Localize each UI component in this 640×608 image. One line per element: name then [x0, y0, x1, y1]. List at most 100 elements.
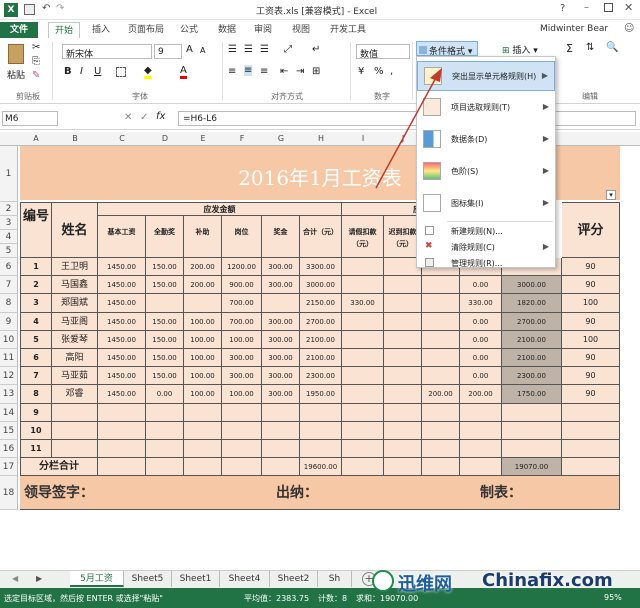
cell-j[interactable]: [384, 349, 422, 368]
cell-f[interactable]: 900.00: [222, 276, 262, 295]
row-header-11[interactable]: 11: [0, 349, 18, 368]
cell-i[interactable]: [342, 421, 384, 440]
cell-k[interactable]: [422, 403, 460, 422]
cell-i[interactable]: [342, 367, 384, 386]
copy-icon[interactable]: ⎘: [32, 56, 40, 67]
row-number[interactable]: 5: [20, 330, 52, 349]
cell-e[interactable]: 100.00: [184, 330, 222, 349]
cell-m[interactable]: 3000.00: [502, 276, 562, 295]
row-name[interactable]: [52, 403, 98, 422]
cell-c[interactable]: 1450.00: [98, 258, 146, 277]
cell-l[interactable]: 0.00: [460, 349, 502, 368]
cell-i[interactable]: [342, 312, 384, 331]
cell-j[interactable]: [384, 294, 422, 313]
total-f[interactable]: [222, 458, 262, 477]
bold-button[interactable]: B: [64, 66, 72, 77]
header-sub[interactable]: 全勤奖: [146, 216, 184, 258]
cell-m[interactable]: 1820.00: [502, 294, 562, 313]
cell-c[interactable]: 1450.00: [98, 385, 146, 404]
cell-d[interactable]: 150.00: [146, 258, 184, 277]
cell-g[interactable]: 300.00: [262, 312, 300, 331]
cell-l[interactable]: 0.00: [460, 276, 502, 295]
sheet-tab[interactable]: Sheet4: [220, 571, 270, 587]
cell-e[interactable]: 100.00: [184, 367, 222, 386]
tab-home[interactable]: 开始: [48, 22, 80, 38]
tab-file[interactable]: 文件: [0, 22, 38, 38]
cell-d[interactable]: [146, 403, 184, 422]
row-header-3[interactable]: 3: [0, 216, 18, 230]
cell-m[interactable]: [502, 403, 562, 422]
cell-e[interactable]: [184, 294, 222, 313]
cell-h[interactable]: 2700.00: [300, 312, 342, 331]
smiley-icon[interactable]: ☺: [624, 23, 634, 34]
cell-d[interactable]: [146, 294, 184, 313]
header-rating[interactable]: 评分: [562, 202, 620, 258]
row-rating[interactable]: [562, 403, 620, 422]
row-number[interactable]: 11: [20, 440, 52, 459]
cell-m[interactable]: [502, 421, 562, 440]
row-header-4[interactable]: 4: [0, 230, 18, 244]
cell-i[interactable]: 330.00: [342, 294, 384, 313]
align-top-icon[interactable]: ☰: [228, 44, 237, 55]
tab-page-layout[interactable]: 页面布局: [122, 22, 170, 38]
row-header-15[interactable]: 15: [0, 421, 18, 440]
cell-d[interactable]: [146, 440, 184, 459]
row-rating[interactable]: 90: [562, 312, 620, 331]
tab-scroll-right-icon[interactable]: ▶: [36, 574, 42, 583]
cell-d[interactable]: [146, 421, 184, 440]
cell-l[interactable]: [460, 403, 502, 422]
cell-h[interactable]: 2100.00: [300, 349, 342, 368]
decrease-indent-icon[interactable]: ⇤: [280, 66, 288, 77]
row-header-10[interactable]: 10: [0, 330, 18, 349]
cell-j[interactable]: [384, 403, 422, 422]
tab-formulas[interactable]: 公式: [176, 22, 202, 38]
minimize-icon[interactable]: –: [584, 2, 589, 13]
row-name[interactable]: 邓睿: [52, 385, 98, 404]
font-color-icon[interactable]: A: [180, 65, 187, 79]
cell-l[interactable]: 200.00: [460, 385, 502, 404]
italic-button[interactable]: I: [80, 66, 83, 77]
cell-j[interactable]: [384, 440, 422, 459]
row-name[interactable]: 郑国斌: [52, 294, 98, 313]
cell-g[interactable]: [262, 294, 300, 313]
row-header-16[interactable]: 16: [0, 440, 18, 459]
row-name[interactable]: 马国鑫: [52, 276, 98, 295]
row-name[interactable]: [52, 421, 98, 440]
cell-k[interactable]: [422, 349, 460, 368]
cell-f[interactable]: 300.00: [222, 367, 262, 386]
cell-d[interactable]: 150.00: [146, 312, 184, 331]
total-i[interactable]: [342, 458, 384, 477]
cell-k[interactable]: [422, 312, 460, 331]
cell-h[interactable]: 1950.00: [300, 385, 342, 404]
total-m[interactable]: 19070.00: [502, 458, 562, 477]
row-number[interactable]: 2: [20, 276, 52, 295]
cell-f[interactable]: 100.00: [222, 330, 262, 349]
cell-e[interactable]: 100.00: [184, 312, 222, 331]
row-rating[interactable]: 90: [562, 349, 620, 368]
total-c[interactable]: [98, 458, 146, 477]
autosum-icon[interactable]: Σ: [566, 42, 573, 55]
save-icon[interactable]: [24, 4, 35, 15]
cell-e[interactable]: 200.00: [184, 258, 222, 277]
underline-button[interactable]: U: [94, 66, 101, 77]
tab-developer[interactable]: 开发工具: [324, 22, 372, 38]
cell-m[interactable]: 2100.00: [502, 330, 562, 349]
cell-f[interactable]: 700.00: [222, 294, 262, 313]
shrink-font-icon[interactable]: A: [200, 46, 205, 55]
font-size-select[interactable]: 9: [154, 44, 182, 59]
total-e[interactable]: [184, 458, 222, 477]
column-header-c[interactable]: C: [98, 134, 146, 143]
cell-f[interactable]: 300.00: [222, 349, 262, 368]
row-header-2[interactable]: 2: [0, 202, 18, 216]
cell-i[interactable]: [342, 276, 384, 295]
fx-icon[interactable]: fx: [156, 111, 165, 122]
row-name[interactable]: 张爱琴: [52, 330, 98, 349]
cell-m[interactable]: 2700.00: [502, 312, 562, 331]
row-name[interactable]: 王卫明: [52, 258, 98, 277]
cell-g[interactable]: 300.00: [262, 276, 300, 295]
cell-h[interactable]: 2150.00: [300, 294, 342, 313]
row-header-total[interactable]: 17: [0, 458, 18, 477]
cell-l[interactable]: 0.00: [460, 330, 502, 349]
cell-m[interactable]: [502, 440, 562, 459]
cell-f[interactable]: 700.00: [222, 312, 262, 331]
